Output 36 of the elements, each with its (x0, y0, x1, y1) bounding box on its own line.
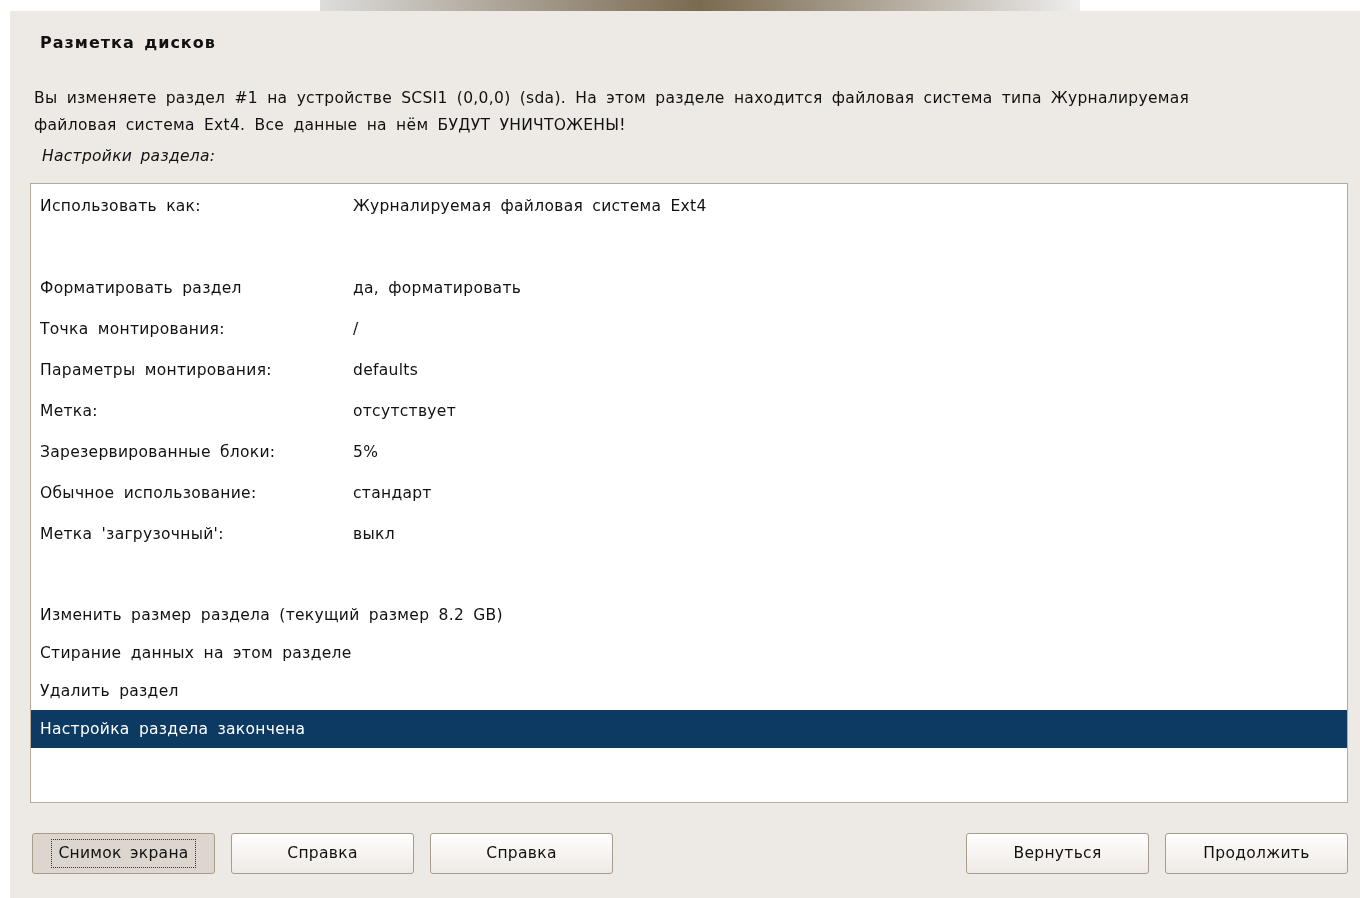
dialog-button[interactable]: Вернуться (966, 833, 1149, 875)
setting-row[interactable]: Метка 'загрузочный': выкл (31, 514, 1347, 556)
setting-row[interactable]: Форматировать раздел да, форматировать (31, 268, 1347, 310)
setting-label: Метка: (40, 401, 99, 423)
setting-label: Зарезервированные блоки: (40, 442, 277, 464)
setting-row[interactable]: Использовать как: Журналируемая файловая система Ext4 (31, 186, 1347, 228)
action-row[interactable]: Настройка раздела закончена (31, 710, 1347, 749)
setting-row[interactable]: Параметры монтирования: defaults (31, 350, 1347, 392)
setting-label: Параметры монтирования: (40, 360, 273, 382)
setting-value: выкл (353, 524, 395, 546)
action-row[interactable]: Стирание данных на этом разделе (31, 634, 1347, 673)
list-heading: Настройки раздела: (42, 146, 217, 167)
dialog-button[interactable]: Продолжить (1165, 833, 1348, 875)
dialog-button[interactable]: Справка (430, 833, 613, 875)
setting-value: defaults (353, 360, 418, 382)
setting-row[interactable]: Обычное использование: стандарт (31, 473, 1347, 515)
setting-label: Использовать как: (40, 196, 202, 218)
dialog-button[interactable]: Снимок экрана (32, 833, 215, 875)
dialog-button[interactable]: Справка (231, 833, 414, 875)
setting-label: Точка монтирования: (40, 319, 226, 341)
setting-value: 5% (353, 442, 379, 464)
setting-value: стандарт (353, 483, 432, 505)
description-text: Вы изменяете раздел #1 на устройстве SCSI1 (0,0,0) (sda). На этом разделе находится файловая система типа Журналируемая файловая система Ext4. Все данные на нём БУДУТ УНИЧТОЖЕНЫ! (34, 88, 1191, 136)
setting-value: отсутствует (353, 401, 456, 423)
setting-value: Журналируемая файловая система Ext4 (353, 196, 707, 218)
setting-row[interactable]: Зарезервированные блоки: 5% (31, 432, 1347, 474)
setting-label: Форматировать раздел (40, 278, 243, 300)
setting-value: / (353, 319, 359, 341)
setting-label: Метка 'загрузочный': (40, 524, 225, 546)
page-title: Разметка дисков (40, 32, 217, 54)
action-row[interactable]: Удалить раздел (31, 672, 1347, 711)
setting-row[interactable]: Точка монтирования: / (31, 309, 1347, 351)
setting-row[interactable]: Метка: отсутствует (31, 391, 1347, 433)
action-row[interactable]: Изменить размер раздела (текущий размер 8.2 GB) (31, 596, 1347, 635)
setting-label: Обычное использование: (40, 483, 258, 505)
setting-value: да, форматировать (353, 278, 522, 300)
